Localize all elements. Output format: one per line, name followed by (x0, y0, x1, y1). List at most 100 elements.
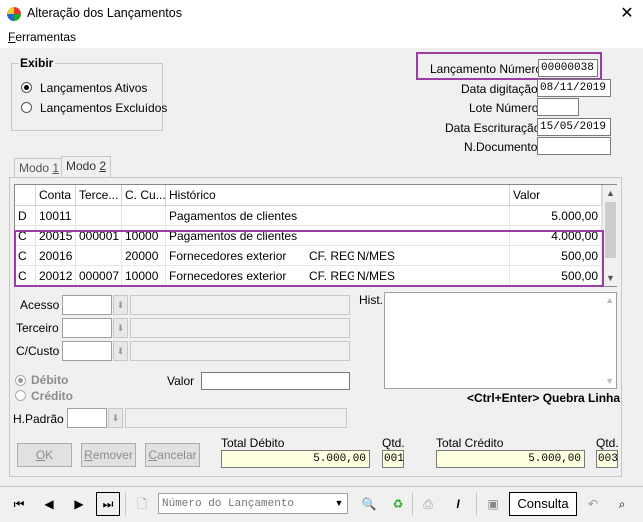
app-icon (7, 7, 21, 21)
grid-vertical-scrollbar[interactable]: ▲ ▼ (602, 185, 617, 286)
toolbar-separator (125, 492, 126, 516)
scroll-thumb[interactable] (605, 202, 616, 258)
next-record-icon[interactable]: ▶ (67, 492, 91, 516)
tab-modo-2[interactable]: Modo 2 (61, 156, 112, 178)
menu-ferramentas[interactable]: Ferramentas (8, 30, 76, 44)
credito-label: Crédito (31, 389, 73, 403)
lancamento-numero-field[interactable]: 00000038 (538, 59, 598, 77)
cell-valor: 5.000,00 (510, 206, 602, 226)
lote-numero-field[interactable] (537, 98, 579, 116)
ccusto-description (130, 341, 350, 361)
radio-lancamentos-excluidos[interactable] (21, 102, 32, 113)
first-record-icon[interactable]: ⏮ (7, 492, 31, 516)
total-debito-label: Total Débito (221, 436, 285, 450)
cancelar-button[interactable]: Cancelar (145, 443, 200, 467)
cell-historico-extra2 (354, 206, 510, 226)
n-documento-field[interactable] (537, 137, 611, 155)
table-row[interactable]: D 10011 Pagamentos de clientes 5.000,00 (15, 206, 602, 226)
hpadrao-label: H.Padrão (13, 412, 64, 426)
recycle-icon[interactable]: ♻ (386, 492, 410, 516)
memo-scroll-up-icon[interactable]: ▲ (605, 295, 614, 305)
label-lancamentos-ativos: Lançamentos Ativos (40, 81, 148, 95)
italic-icon[interactable]: I (446, 492, 470, 516)
cancelar-button-rest: ancelar (157, 448, 197, 462)
col-header-ccusto[interactable]: C. Cu... (122, 185, 166, 206)
cell-dc: D (15, 206, 36, 226)
qtd-credito-label: Qtd. (596, 436, 619, 450)
undo-icon[interactable]: ↶ (581, 492, 605, 516)
ok-button[interactable]: OK (17, 443, 72, 467)
terceiro-lookup-icon[interactable]: ⬇ (113, 318, 128, 338)
toolbar-separator (476, 492, 477, 516)
valor-label: Valor (167, 374, 195, 388)
col-header-dc[interactable] (15, 185, 36, 206)
find-record-icon[interactable]: 🔍 (357, 492, 381, 516)
previous-record-icon[interactable]: ◀ (37, 492, 61, 516)
ccusto-lookup-icon[interactable]: ⬇ (113, 341, 128, 361)
highlight-credit-rows (14, 230, 604, 287)
menu-bar: Ferramentas (0, 28, 643, 48)
total-debito-field: 5.000,00 (221, 450, 370, 468)
exibir-group (11, 63, 163, 131)
radio-credito[interactable] (15, 390, 26, 401)
terceiro-label: Terceiro (16, 321, 59, 335)
data-digitacao-field[interactable]: 08/11/2019 (537, 79, 611, 97)
cell-historico: Pagamentos de clientes (166, 206, 306, 226)
tab-modo-2-label: Modo (66, 159, 100, 173)
numero-lancamento-input[interactable] (160, 495, 330, 512)
scroll-up-icon[interactable]: ▲ (603, 185, 618, 201)
cell-ccusto (122, 206, 166, 226)
qtd-debito-label: Qtd. (382, 436, 405, 450)
data-digitacao-label: Data digitação (461, 82, 538, 96)
data-escrituracao-label: Data Escrituração (445, 121, 541, 135)
numero-lancamento-search[interactable]: ▼ (158, 493, 348, 514)
ok-button-rest: K (45, 448, 54, 462)
search-dropdown-icon[interactable]: ▼ (331, 494, 347, 513)
radio-debito[interactable] (15, 375, 26, 386)
acesso-lookup-icon[interactable]: ⬇ (113, 295, 128, 315)
window-title: Alteração dos Lançamentos (27, 6, 182, 20)
bottom-toolbar: ⏮ ◀ ▶ ⏭ 🗋 ▼ 🔍 ♻ ⎙ I ▣ Consulta ↶ ⌕ (0, 486, 643, 522)
col-header-conta[interactable]: Conta (36, 185, 76, 206)
radio-lancamentos-ativos[interactable] (21, 82, 32, 93)
cell-terceiro (76, 206, 122, 226)
remover-button-accel: R (84, 448, 93, 462)
close-icon[interactable]: ✕ (614, 3, 640, 25)
scroll-down-icon[interactable]: ▼ (603, 270, 618, 286)
lancamento-numero-label: Lançamento Número (430, 62, 543, 76)
hpadrao-input[interactable] (67, 408, 107, 428)
col-header-terceiro[interactable]: Terce... (76, 185, 122, 206)
tab-modo-1-label: Modo (19, 161, 53, 175)
acesso-input[interactable] (62, 295, 112, 315)
total-credito-field: 5.000,00 (436, 450, 585, 468)
col-header-historico[interactable]: Histórico (166, 185, 510, 206)
lote-numero-label: Lote Número (469, 101, 539, 115)
terceiro-description (130, 318, 350, 338)
new-document-icon[interactable]: 🗋 (130, 492, 154, 516)
valor-field[interactable] (201, 372, 350, 390)
print-icon[interactable]: ⎙ (416, 492, 440, 516)
ok-button-accel: O (35, 448, 46, 462)
terceiro-input[interactable] (62, 318, 112, 338)
binoculars-icon[interactable]: ⌕ (610, 492, 634, 516)
last-record-icon[interactable]: ⏭ (96, 492, 120, 516)
acesso-description (130, 295, 350, 315)
remover-button[interactable]: Remover (81, 443, 136, 467)
memo-scroll-down-icon[interactable]: ▼ (605, 376, 614, 386)
data-escrituracao-field[interactable]: 15/05/2019 (537, 118, 611, 136)
ccusto-input[interactable] (62, 341, 112, 361)
col-header-valor[interactable]: Valor (510, 185, 602, 206)
acesso-label: Acesso (20, 298, 60, 312)
cell-historico-extra1 (306, 206, 354, 226)
n-documento-label: N.Documento (464, 140, 538, 154)
exibir-title: Exibir (18, 56, 56, 70)
tab-modo-1-accel: 1 (52, 161, 60, 175)
consulta-button[interactable]: Consulta (509, 492, 577, 516)
historico-memo[interactable]: ▲ ▼ (384, 292, 617, 389)
save-icon[interactable]: ▣ (481, 492, 505, 516)
hpadrao-lookup-icon[interactable]: ⬇ (108, 408, 123, 428)
menu-ferramentas-rest: erramentas (15, 30, 77, 44)
debito-label: Débito (31, 373, 69, 387)
tab-modo-1[interactable]: Modo 1 (14, 158, 65, 178)
qtd-debito-field: 001 (382, 450, 404, 468)
